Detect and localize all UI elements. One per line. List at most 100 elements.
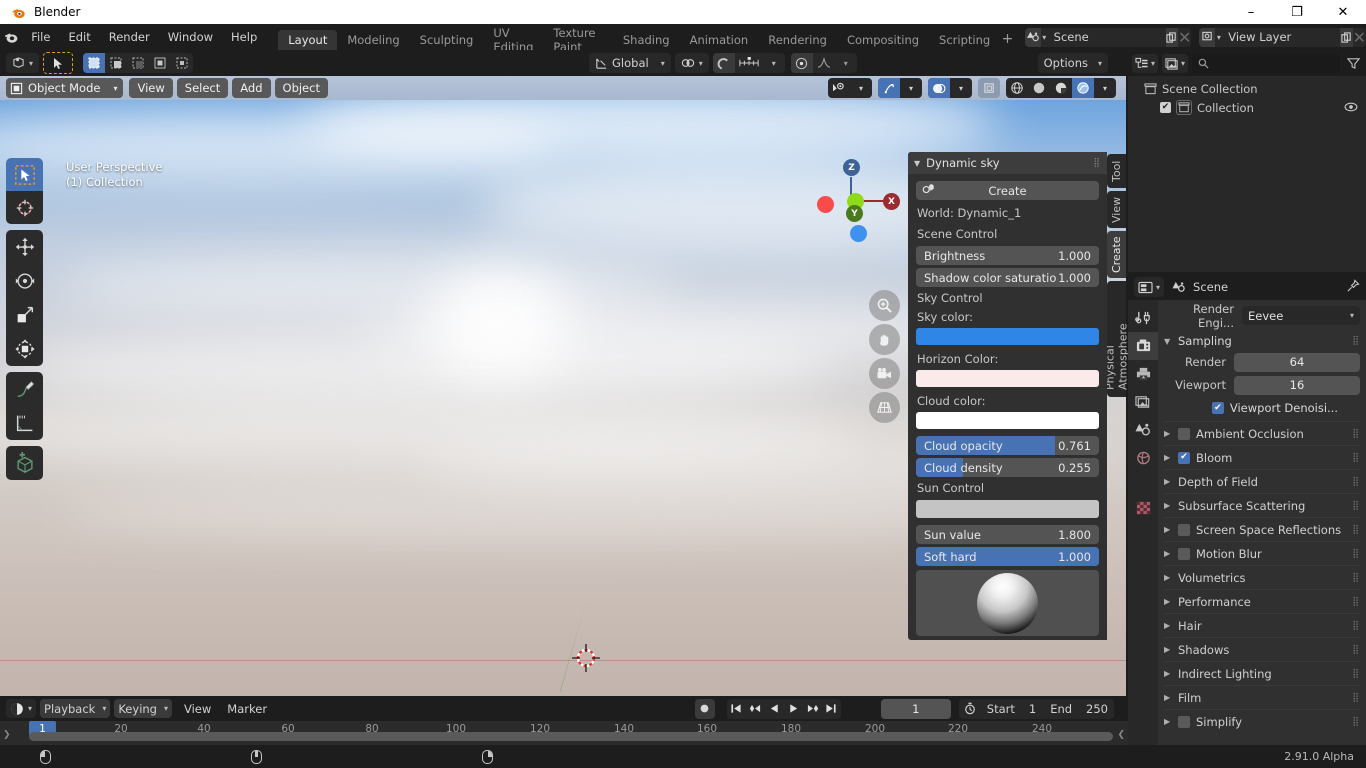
brightness-slider[interactable]: Brightness 1.000 bbox=[916, 246, 1099, 265]
pan-hand-icon[interactable] bbox=[869, 324, 900, 355]
view-layer-selector[interactable]: ▾ View Layer ✕ bbox=[1199, 27, 1366, 47]
falloff-chevron-down-icon[interactable]: ▾ bbox=[835, 53, 857, 73]
funnel-filter-icon[interactable] bbox=[1344, 57, 1362, 70]
camera-view-icon[interactable] bbox=[869, 358, 900, 389]
filter-id-icon[interactable]: ▾ bbox=[1162, 53, 1189, 73]
select-intersect-icon[interactable] bbox=[171, 53, 193, 73]
screen-space-reflections-checkbox[interactable] bbox=[1178, 523, 1190, 536]
eye-icon[interactable] bbox=[1344, 101, 1358, 115]
tweak-tool-button[interactable] bbox=[43, 52, 74, 74]
jump-end-icon[interactable] bbox=[822, 699, 841, 719]
panel-screen-space-reflections[interactable]: ▶ Screen Space Reflections ⣿ bbox=[1164, 517, 1360, 541]
toggle-perspective-icon[interactable] bbox=[869, 392, 900, 423]
zoom-icon[interactable] bbox=[869, 290, 900, 321]
new-view-layer-icon[interactable] bbox=[1340, 27, 1353, 47]
horizon-color-swatch[interactable] bbox=[916, 370, 1099, 387]
cloud-density-slider[interactable]: Cloud density 0.255 bbox=[916, 458, 1099, 477]
object-mode-dropdown[interactable]: Object Mode ▾ bbox=[6, 78, 124, 98]
collection-checkbox[interactable]: ✔ bbox=[1160, 102, 1171, 113]
drag-grip-icon[interactable]: ⣿ bbox=[1352, 573, 1360, 583]
menu-file[interactable]: File bbox=[22, 26, 59, 48]
snap-increment-icon[interactable] bbox=[735, 53, 763, 73]
auto-keying-icon[interactable] bbox=[694, 698, 715, 719]
soft-hard-slider[interactable]: Soft hard 1.000 bbox=[916, 547, 1099, 566]
shading-material-preview-icon[interactable] bbox=[1050, 78, 1072, 98]
drag-grip-icon[interactable]: ⣿ bbox=[1352, 453, 1360, 463]
timeline-menu-view[interactable]: View bbox=[176, 699, 219, 718]
falloff-curve-icon[interactable] bbox=[813, 53, 835, 73]
panel-subsurface-scattering[interactable]: ▶ Subsurface Scattering ⣿ bbox=[1164, 493, 1360, 517]
properties-tab-render[interactable] bbox=[1128, 332, 1158, 360]
tweak-select-box-icon[interactable] bbox=[6, 158, 43, 191]
shadow-saturation-slider[interactable]: Shadow color saturatio 1.000 bbox=[916, 268, 1099, 287]
sun-color-swatch[interactable] bbox=[916, 500, 1099, 518]
select-extend-icon[interactable] bbox=[105, 53, 127, 73]
menu-help[interactable]: Help bbox=[222, 26, 266, 48]
sampling-render-value[interactable]: 64 bbox=[1234, 352, 1360, 372]
ambient-occlusion-checkbox[interactable] bbox=[1178, 427, 1190, 440]
properties-tab-world[interactable] bbox=[1128, 444, 1158, 472]
panel-ambient-occlusion[interactable]: ▶ Ambient Occlusion ⣿ bbox=[1164, 421, 1360, 445]
properties-editor-icon[interactable]: ▾ bbox=[1134, 277, 1165, 297]
frame-range-fields[interactable]: Start 1 End 250 bbox=[980, 698, 1114, 719]
workspace-tab-modeling[interactable]: Modeling bbox=[337, 30, 409, 50]
timeline-editor-icon[interactable]: ▾ bbox=[6, 699, 37, 718]
menu-edit[interactable]: Edit bbox=[59, 26, 99, 48]
sampling-section-header[interactable]: ▼ Sampling ⣿ bbox=[1164, 330, 1360, 352]
outliner-row-scene-collection[interactable]: Scene Collection bbox=[1128, 79, 1366, 98]
properties-tab-texture[interactable] bbox=[1128, 494, 1158, 522]
close-button[interactable]: ✕ bbox=[1320, 0, 1366, 24]
panel-simplify[interactable]: ▶ Simplify ⣿ bbox=[1164, 709, 1360, 733]
drag-grip-icon[interactable]: ⣿ bbox=[1352, 477, 1360, 487]
move-icon[interactable] bbox=[6, 230, 43, 264]
workspace-tab-rendering[interactable]: Rendering bbox=[758, 30, 837, 50]
properties-tab-view-layer[interactable] bbox=[1128, 388, 1158, 416]
shading-solid-icon[interactable] bbox=[1028, 78, 1050, 98]
timeline-scrollbar[interactable] bbox=[29, 732, 1113, 741]
annotate-icon[interactable] bbox=[6, 372, 43, 406]
viewport-menu-view[interactable]: View bbox=[129, 78, 173, 98]
drag-grip-icon[interactable]: ⣿ bbox=[1093, 158, 1101, 168]
snap-chevron-down-icon[interactable]: ▾ bbox=[763, 53, 785, 73]
shading-rendered-icon[interactable] bbox=[1072, 78, 1094, 98]
jump-start-icon[interactable] bbox=[727, 699, 746, 719]
keying-dropdown[interactable]: Keying ▾ bbox=[114, 699, 172, 718]
scene-selector[interactable]: ▾ Scene ✕ bbox=[1024, 27, 1192, 47]
outliner-display-icon[interactable]: ▾ bbox=[1132, 53, 1159, 73]
drag-grip-icon[interactable]: ⣿ bbox=[1352, 693, 1360, 703]
workspace-tab-scripting[interactable]: Scripting bbox=[929, 30, 1000, 50]
panel-depth-of-field[interactable]: ▶ Depth of Field ⣿ bbox=[1164, 469, 1360, 493]
new-scene-icon[interactable] bbox=[1165, 27, 1179, 47]
side-tab-view[interactable]: View bbox=[1107, 191, 1126, 228]
drag-grip-icon[interactable]: ⣿ bbox=[1352, 525, 1360, 535]
search-input[interactable] bbox=[1192, 53, 1340, 73]
cursor-3d-tool-icon[interactable] bbox=[6, 191, 43, 224]
scroll-left-arrow-icon[interactable]: ❯ bbox=[3, 730, 11, 740]
editor-type-icon[interactable]: ▾ bbox=[6, 53, 40, 73]
scroll-right-arrow-icon[interactable]: ❮ bbox=[1117, 730, 1125, 740]
play-reverse-icon[interactable] bbox=[765, 699, 784, 719]
blender-menu-icon[interactable] bbox=[0, 24, 22, 50]
select-set-icon[interactable] bbox=[83, 53, 106, 73]
drag-grip-icon[interactable]: ⣿ bbox=[1352, 621, 1360, 631]
gizmo-axis-x-neg[interactable] bbox=[817, 196, 834, 213]
drag-grip-icon[interactable]: ⣿ bbox=[1352, 645, 1360, 655]
motion-blur-checkbox[interactable] bbox=[1178, 547, 1190, 560]
viewport-denoising-row[interactable]: Viewport Denoisi... bbox=[1164, 398, 1360, 418]
next-keyframe-icon[interactable] bbox=[803, 699, 822, 719]
gizmo-axis-z[interactable]: Z bbox=[843, 159, 860, 176]
viewport-menu-select[interactable]: Select bbox=[176, 78, 229, 98]
navigation-gizmo[interactable]: Z Y X bbox=[810, 155, 900, 242]
workspace-tab-shading[interactable]: Shading bbox=[613, 30, 680, 50]
workspace-tab-compositing[interactable]: Compositing bbox=[837, 30, 929, 50]
timeline-menu-marker[interactable]: Marker bbox=[219, 699, 275, 718]
drag-grip-icon[interactable]: ⣿ bbox=[1352, 501, 1360, 511]
select-invert-icon[interactable] bbox=[149, 53, 171, 73]
prev-keyframe-icon[interactable] bbox=[746, 699, 765, 719]
menu-render[interactable]: Render bbox=[100, 26, 159, 48]
viewport-options-dropdown[interactable]: Options ▾ bbox=[1037, 53, 1108, 73]
drag-grip-icon[interactable]: ⣿ bbox=[1352, 717, 1360, 727]
pivot-point-dropdown[interactable]: ▾ bbox=[674, 53, 709, 73]
create-button[interactable]: Create bbox=[916, 181, 1099, 200]
panel-shadows[interactable]: ▶ Shadows ⣿ bbox=[1164, 637, 1360, 661]
